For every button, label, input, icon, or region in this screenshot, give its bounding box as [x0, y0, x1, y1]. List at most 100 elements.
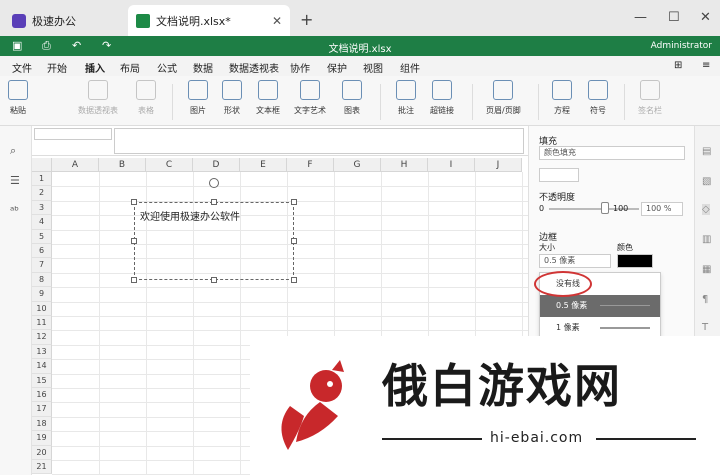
name-box[interactable]	[34, 128, 112, 140]
menu-data[interactable]: 数据	[193, 60, 213, 75]
chart-settings-icon[interactable]: ▥	[702, 234, 711, 245]
fill-type-select[interactable]: 颜色填充	[539, 146, 685, 160]
equation-button[interactable]: 方程	[552, 80, 572, 116]
equation-icon	[552, 80, 572, 100]
row-header[interactable]: 6	[32, 244, 52, 259]
new-tab-button[interactable]: +	[300, 10, 313, 29]
resize-handle[interactable]	[291, 199, 297, 205]
row-header[interactable]: 21	[32, 460, 52, 475]
row-header[interactable]: 20	[32, 445, 52, 460]
row-header[interactable]: 4	[32, 215, 52, 230]
shape-button[interactable]: 形状	[222, 80, 242, 116]
shape-settings-icon[interactable]: ◇	[702, 204, 710, 215]
row-header[interactable]: 15	[32, 373, 52, 388]
column-header[interactable]: A	[52, 158, 99, 172]
table-button[interactable]: 表格	[136, 80, 156, 116]
row-header[interactable]: 19	[32, 431, 52, 446]
close-window-button[interactable]: ✕	[700, 10, 711, 25]
row-header[interactable]: 1	[32, 172, 52, 187]
border-size-select[interactable]: 0.5 像素	[539, 254, 611, 268]
dropdown-option-0-5px[interactable]: 0.5 像素	[540, 295, 660, 317]
row-header[interactable]: 13	[32, 344, 52, 360]
bar-chart-icon[interactable]: ▦	[702, 264, 711, 275]
tab-document[interactable]: 文档说明.xlsx* ✕	[128, 5, 290, 36]
column-header[interactable]: J	[475, 158, 522, 172]
menu-formula[interactable]: 公式	[157, 60, 177, 75]
comment-button[interactable]: 批注	[396, 80, 416, 116]
menu-view[interactable]: 视图	[363, 60, 383, 75]
open-location-icon[interactable]: ⊞	[674, 60, 682, 71]
image-settings-icon[interactable]: ▧	[702, 176, 711, 187]
chart-button[interactable]: 图表	[342, 80, 362, 116]
textbox-button[interactable]: 文本框	[256, 80, 280, 116]
row-header[interactable]: 11	[32, 316, 52, 331]
row-header[interactable]: 18	[32, 416, 52, 432]
user-name[interactable]: Administrator	[651, 41, 712, 51]
menu-insert[interactable]: 插入	[85, 60, 105, 79]
menu-bar: 文件 开始 插入 布局 公式 数据 数据透视表 协作 保护 视图 组件 ⊞ ≡	[0, 56, 720, 79]
text-art-button[interactable]: 文字艺术	[294, 80, 326, 116]
row-header[interactable]: 10	[32, 301, 52, 316]
column-header[interactable]: D	[193, 158, 240, 172]
image-button[interactable]: 图片	[188, 80, 208, 116]
opacity-value-input[interactable]: 100 %	[641, 202, 683, 216]
pivot-table-button[interactable]: 数据透视表	[78, 80, 118, 116]
column-header[interactable]: B	[99, 158, 146, 172]
menu-home[interactable]: 开始	[47, 60, 67, 75]
resize-handle[interactable]	[291, 277, 297, 283]
resize-handle[interactable]	[131, 238, 137, 244]
paragraph-icon[interactable]: ¶	[702, 294, 708, 305]
text-box-content[interactable]: 欢迎使用极速办公软件	[140, 208, 240, 223]
signature-button[interactable]: 签名栏	[638, 80, 662, 116]
resize-handle[interactable]	[131, 199, 137, 205]
close-tab-icon[interactable]: ✕	[272, 14, 282, 28]
column-header[interactable]: F	[287, 158, 334, 172]
column-header[interactable]: H	[381, 158, 428, 172]
text-art-settings-icon[interactable]: T	[702, 322, 708, 333]
minimize-button[interactable]: —	[634, 10, 647, 25]
menu-layout[interactable]: 布局	[120, 60, 140, 75]
paste-button[interactable]: 粘贴	[8, 80, 28, 116]
row-header[interactable]: 16	[32, 388, 52, 403]
menu-components[interactable]: 组件	[400, 60, 420, 75]
resize-handle[interactable]	[291, 238, 297, 244]
row-header[interactable]: 7	[32, 258, 52, 273]
row-header[interactable]: 9	[32, 287, 52, 302]
search-icon[interactable]: ⌕	[10, 144, 16, 158]
maximize-button[interactable]: ☐	[668, 10, 680, 25]
column-header[interactable]: E	[240, 158, 287, 172]
spellcheck-icon[interactable]: ᵃᵇ	[10, 204, 19, 217]
tab-home[interactable]: 极速办公	[4, 5, 124, 36]
row-header[interactable]: 14	[32, 359, 52, 374]
row-header[interactable]: 17	[32, 402, 52, 417]
symbol-button[interactable]: 符号	[588, 80, 608, 116]
comment-panel-icon[interactable]: ☰	[10, 174, 20, 187]
row-header[interactable]: 5	[32, 229, 52, 244]
opacity-slider-knob[interactable]	[601, 202, 609, 214]
menu-file[interactable]: 文件	[12, 60, 32, 75]
menu-pivot[interactable]: 数据透视表	[229, 60, 279, 75]
header-footer-button[interactable]: 页眉/页脚	[486, 80, 521, 116]
resize-handle[interactable]	[211, 277, 217, 283]
column-header[interactable]: I	[428, 158, 475, 172]
resize-handle[interactable]	[211, 199, 217, 205]
select-all-corner[interactable]	[32, 158, 52, 172]
formula-input[interactable]	[114, 128, 524, 154]
row-header[interactable]: 3	[32, 200, 52, 216]
rotate-handle[interactable]	[209, 178, 219, 188]
row-header[interactable]: 2	[32, 186, 52, 201]
border-color-picker[interactable]	[617, 254, 653, 268]
column-header[interactable]: G	[334, 158, 381, 172]
text-box-shape[interactable]: 欢迎使用极速办公软件	[134, 202, 294, 280]
column-header[interactable]: C	[146, 158, 193, 172]
cell-settings-icon[interactable]: ▤	[702, 146, 711, 157]
resize-handle[interactable]	[131, 277, 137, 283]
row-header[interactable]: 12	[32, 330, 52, 345]
hamburger-menu-icon[interactable]: ≡	[702, 60, 710, 71]
menu-collab[interactable]: 协作	[290, 60, 310, 75]
fill-color-picker[interactable]	[539, 168, 579, 182]
hyperlink-button[interactable]: 超链接	[430, 80, 454, 116]
menu-protect[interactable]: 保护	[327, 60, 347, 75]
row-header[interactable]: 8	[32, 272, 52, 288]
image-icon	[188, 80, 208, 100]
